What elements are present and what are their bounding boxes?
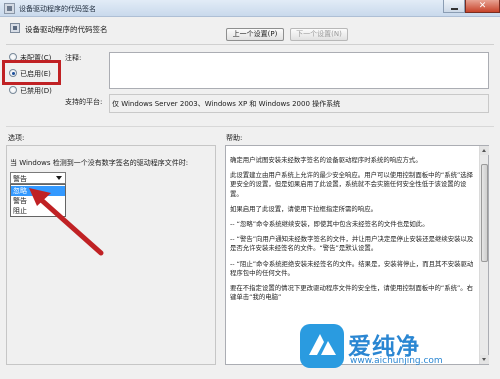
supported-platforms-value: 仅 Windows Server 2003、Windows XP 和 Windo… [112,100,341,108]
next-setting-button[interactable]: 下一个设置(N) [290,28,348,41]
help-paragraph: -- “警告”向用户通知未经数字签名的文件，并让用户决定是停止安装还是继续安装以… [230,235,474,253]
setting-icon [10,23,20,33]
help-paragraph: 确定用户试图安装未经数字签名的设备驱动程序时系统的响应方式。 [230,156,422,164]
policy-icon [4,3,15,14]
help-paragraph: -- “阻止”命令系统拒绝安装未经签名的文件。结果是，安装将停止，而且其不安装驱… [230,259,474,277]
response-dropdown[interactable]: 警告 [10,172,66,184]
dropdown-option-ignore[interactable]: 忽略 [11,186,65,196]
watermark-logo [300,324,344,368]
options-description: 当 Windows 检测到一个没有数字签名的驱动程序文件时: [10,159,189,167]
help-scrollbar[interactable] [479,146,489,364]
close-button[interactable]: ✕ [465,0,500,13]
setting-title: 设备驱动程序的代码签名 [25,25,108,34]
radio-circle-icon [9,86,17,94]
scroll-down-icon[interactable] [480,355,489,364]
chevron-down-icon[interactable] [56,176,62,180]
comment-textarea[interactable] [109,52,489,89]
options-label: 选项: [8,134,25,142]
help-label: 帮助: [226,134,243,142]
divider [6,126,494,127]
dropdown-option-warn[interactable]: 警告 [11,196,65,206]
dropdown-selected-value: 警告 [13,175,27,183]
window-title: 设备驱动程序的代码签名 [19,5,96,13]
watermark-url: www.aichunjing.com [350,356,443,366]
dropdown-list: 忽略 警告 阻止 [10,184,66,217]
minimize-button[interactable] [443,0,465,13]
scroll-up-icon[interactable] [480,146,489,155]
supported-platforms-label: 支持的平台: [65,98,103,106]
comment-label: 注释: [65,54,82,62]
radio-label: 已禁用(D) [20,87,52,95]
help-paragraph: 此设置建立由用户系统上允许的最少安全响应。用户可以使用控制面板中的“系统”选择更… [230,171,474,198]
scrollbar-thumb[interactable] [481,164,488,262]
help-paragraph: 如果启用了此设置，请使用下拉框指定所需的响应。 [230,204,377,213]
annotation-highlight-box [2,60,61,85]
previous-setting-button[interactable]: 上一个设置(P) [226,28,284,41]
help-text: 确定用户试图安装未经数字签名的设备驱动程序时系统的响应方式。 此设置建立由用户系… [230,156,478,308]
dropdown-option-block[interactable]: 阻止 [11,206,65,216]
help-paragraph: 要在不指定设置的情况下更改驱动程序文件的安全性，请使用控制面板中的“系统”。右键… [230,284,474,302]
radio-disabled[interactable]: 已禁用(D) [9,85,59,96]
help-paragraph: -- “忽略”命令系统继续安装，即使其中包含未经签名的文件也是如此。 [230,220,429,229]
divider [6,44,494,45]
